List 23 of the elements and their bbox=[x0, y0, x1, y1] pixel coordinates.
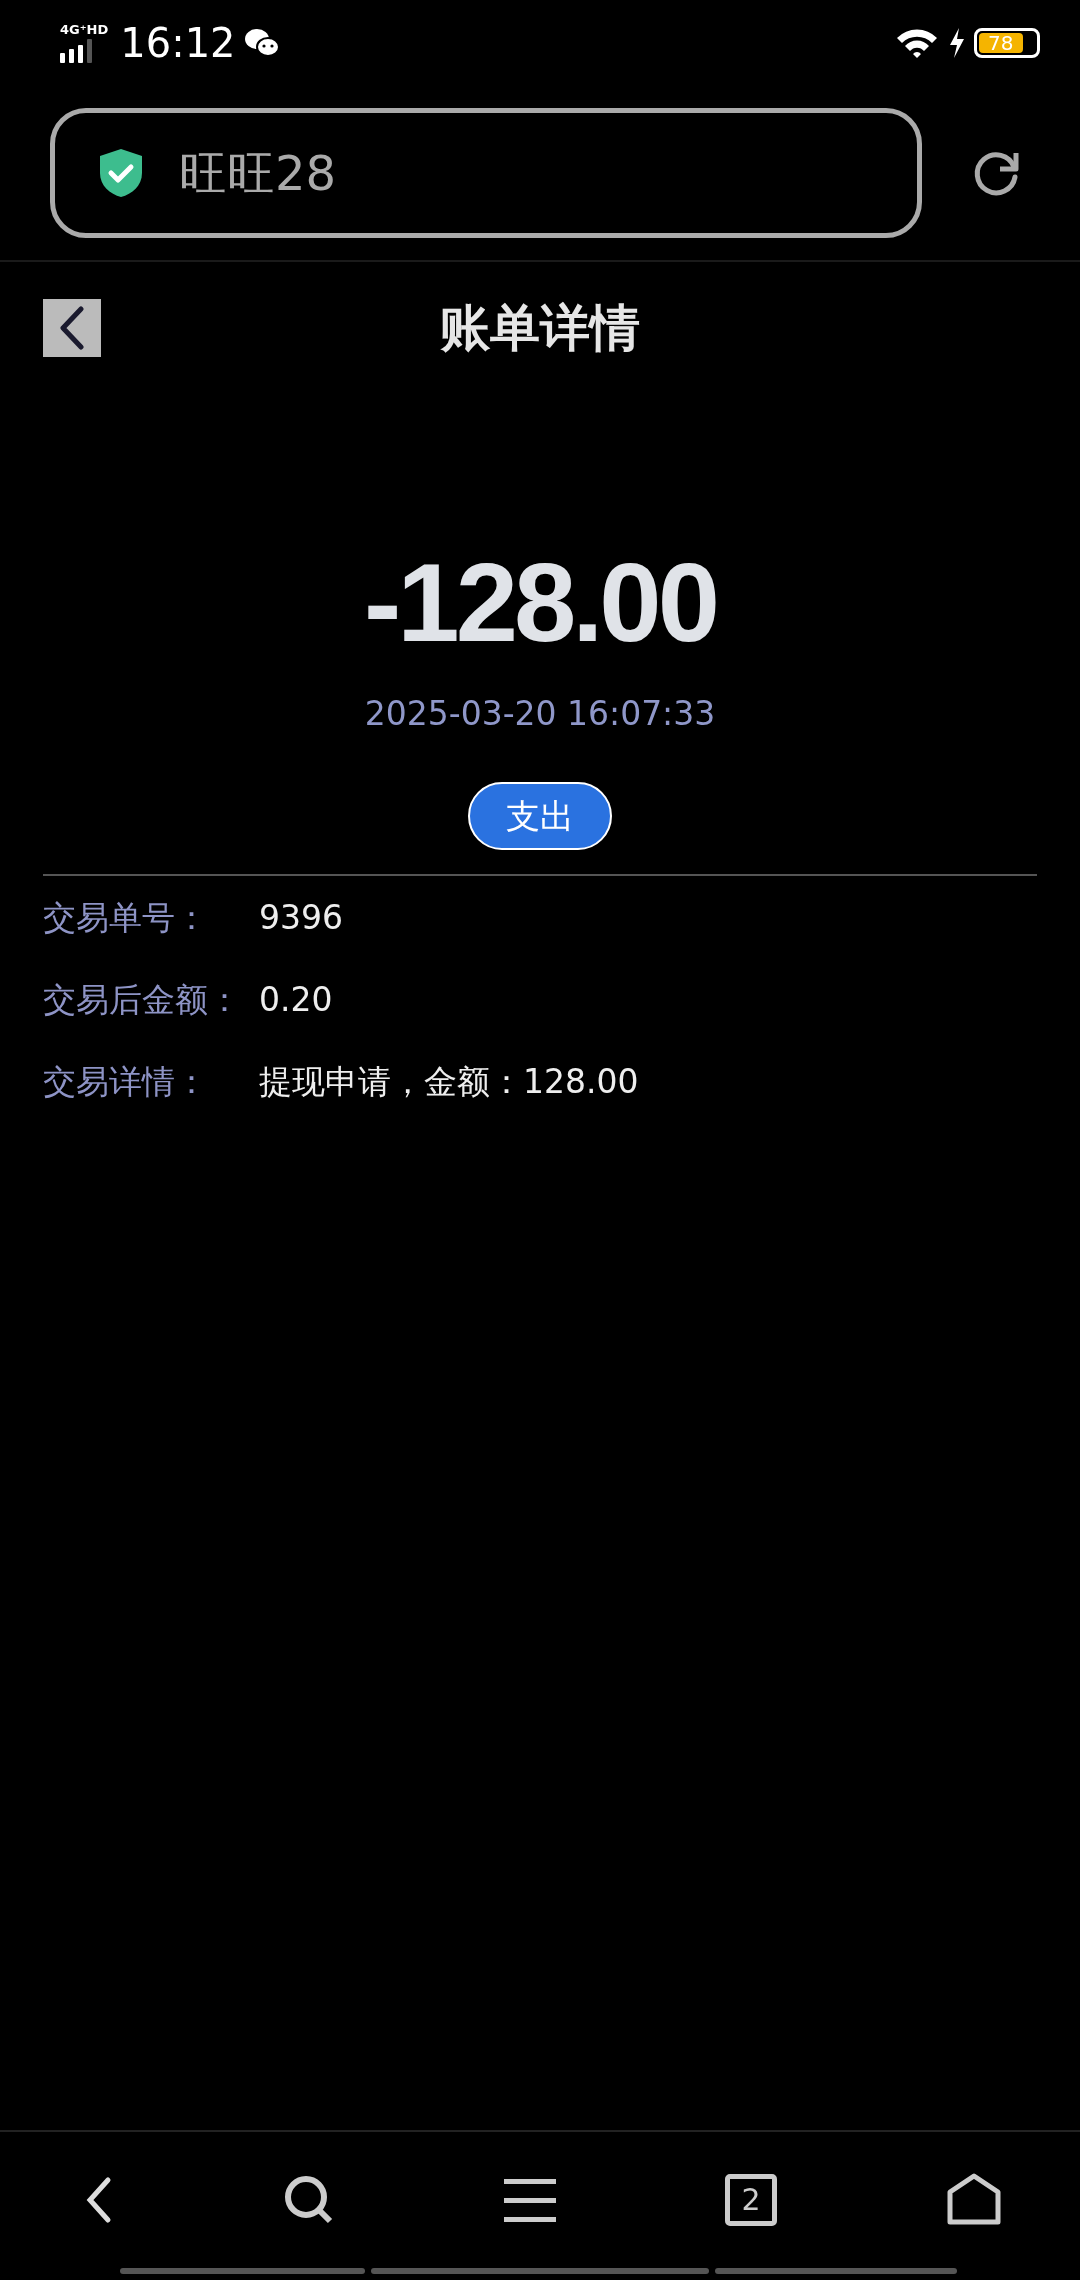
charging-icon bbox=[948, 27, 966, 59]
detail-value: 提现申请，金额：128.00 bbox=[259, 1060, 639, 1103]
search-icon[interactable] bbox=[283, 2174, 335, 2226]
page-title: 账单详情 bbox=[440, 297, 640, 359]
transaction-time: 2025-03-20 16:07:33 bbox=[364, 693, 716, 735]
detail-label: 交易后金额： bbox=[43, 978, 242, 1021]
address-bar[interactable]: 旺旺28 bbox=[50, 108, 922, 238]
detail-label: 交易详情： bbox=[43, 1060, 209, 1103]
shield-check-icon bbox=[97, 147, 145, 199]
home-icon[interactable] bbox=[946, 2172, 1002, 2228]
menu-icon[interactable] bbox=[504, 2177, 556, 2223]
tabs-button[interactable]: 2 bbox=[725, 2174, 777, 2226]
battery-level: 78 bbox=[979, 33, 1023, 53]
type-badge: 支出 bbox=[468, 782, 612, 851]
network-label: 4G⁺HD bbox=[60, 23, 109, 36]
back-button[interactable] bbox=[43, 299, 101, 357]
detail-value: 0.20 bbox=[259, 978, 333, 1021]
detail-label: 交易单号： bbox=[43, 896, 209, 939]
status-time: 16:12 bbox=[120, 19, 236, 68]
address-text: 旺旺28 bbox=[179, 144, 337, 203]
detail-value: 9396 bbox=[259, 896, 343, 939]
amount-text: -128.00 bbox=[364, 547, 716, 659]
chevron-left-icon bbox=[57, 306, 87, 350]
